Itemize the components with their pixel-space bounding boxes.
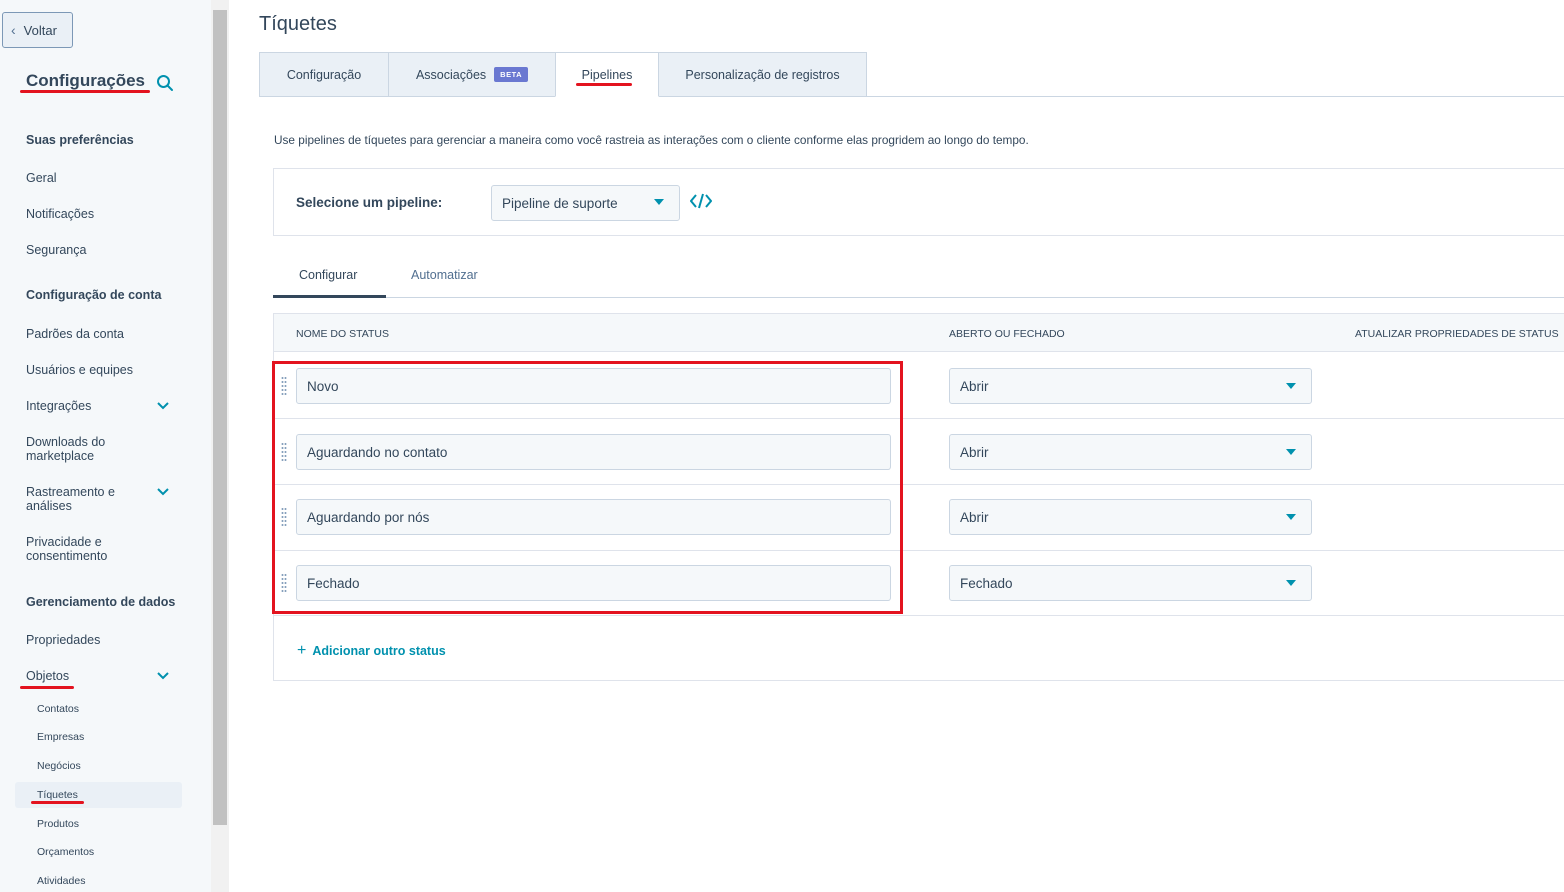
open-closed-dropdown[interactable]: Fechado (949, 565, 1312, 601)
tab-pipelines-label: Pipelines (581, 67, 633, 82)
annotation-underline-pipelines (576, 83, 632, 86)
pipeline-dropdown[interactable]: Pipeline de suporte (491, 185, 680, 221)
sidebar-subitem-deals[interactable]: Negócios (37, 760, 81, 772)
sidebar-subitem-contacts[interactable]: Contatos (37, 703, 79, 715)
sidebar-title: Configurações (26, 71, 146, 90)
caret-down-icon (654, 199, 664, 205)
chevron-left-icon: ‹ (11, 22, 16, 38)
tabs-divider (866, 96, 1564, 97)
code-icon[interactable] (690, 193, 712, 209)
pipeline-label: Selecione um pipeline: (296, 195, 443, 210)
tab-configuration[interactable]: Configuração (259, 52, 389, 97)
sidebar-item-privacy-consent[interactable]: Privacidade e consentimento (26, 535, 146, 563)
sidebar-item-objects[interactable]: Objetos (26, 669, 146, 683)
sidebar-subitem-tickets[interactable]: Tíquetes (37, 789, 78, 801)
plus-icon: + (297, 642, 307, 659)
tab-automate[interactable]: Automatizar (411, 268, 478, 282)
pipelines-description: Use pipelines de tíquetes para gerenciar… (274, 133, 1029, 147)
sidebar-item-security[interactable]: Segurança (26, 243, 146, 257)
page-title: Tíquetes (259, 13, 337, 35)
sidebar-subitem-companies[interactable]: Empresas (37, 731, 84, 743)
add-status-label: Adicionar outro status (312, 644, 446, 658)
tab-configure[interactable]: Configurar (299, 268, 357, 282)
sidebar-section-data: Gerenciamento de dados (26, 595, 176, 609)
sidebar-item-general[interactable]: Geral (26, 171, 146, 185)
row-divider (274, 615, 1564, 616)
search-icon[interactable] (156, 74, 174, 92)
open-closed-value: Abrir (960, 509, 989, 525)
column-header-open-closed: ABERTO OU FECHADO (949, 328, 1065, 340)
beta-badge: BETA (494, 67, 529, 82)
chevron-down-icon[interactable] (156, 401, 170, 411)
back-button-label: Voltar (23, 22, 57, 38)
tab-associations[interactable]: Associações BETA (388, 52, 556, 97)
sidebar-item-account-defaults[interactable]: Padrões da conta (26, 327, 146, 341)
open-closed-dropdown[interactable]: Abrir (949, 434, 1312, 470)
annotation-underline-objects (20, 686, 74, 689)
column-header-status-name: NOME DO STATUS (296, 328, 389, 340)
back-button[interactable]: ‹ Voltar (2, 12, 73, 48)
sidebar-section-account: Configuração de conta (26, 288, 162, 302)
open-closed-dropdown[interactable]: Abrir (949, 499, 1312, 535)
sidebar-subitem-quotes[interactable]: Orçamentos (37, 846, 94, 858)
chevron-down-icon[interactable] (156, 487, 170, 497)
caret-down-icon (1286, 449, 1296, 455)
scrollbar-thumb[interactable] (213, 10, 227, 825)
sidebar-subitem-products[interactable]: Produtos (37, 818, 79, 830)
tab-associations-label: Associações (415, 67, 487, 82)
settings-tabs: Configuração Associações BETA Pipelines … (259, 52, 867, 97)
annotation-highlight-box (272, 361, 903, 614)
add-status-button[interactable]: + Adicionar outro status (297, 642, 446, 660)
sidebar-item-users-teams[interactable]: Usuários e equipes (26, 363, 146, 377)
caret-down-icon (1286, 514, 1296, 520)
annotation-underline-title (20, 90, 150, 93)
sidebar-item-notifications[interactable]: Notificações (26, 207, 146, 221)
sidebar-subitem-activities[interactable]: Atividades (37, 875, 85, 887)
tab-pipelines[interactable]: Pipelines (555, 52, 659, 97)
pipeline-dropdown-value: Pipeline de suporte (502, 195, 618, 211)
open-closed-dropdown[interactable]: Abrir (949, 368, 1312, 404)
chevron-down-icon[interactable] (156, 671, 170, 681)
tab-record-customization[interactable]: Personalização de registros (658, 52, 867, 97)
sidebar-item-integrations[interactable]: Integrações (26, 399, 146, 413)
sidebar-item-marketplace-downloads[interactable]: Downloads do marketplace (26, 435, 146, 463)
caret-down-icon (1286, 383, 1296, 389)
tab-record-customization-label: Personalização de registros (685, 67, 840, 82)
sidebar-item-properties[interactable]: Propriedades (26, 633, 146, 647)
tab-configuration-label: Configuração (286, 67, 362, 82)
sidebar: ‹ Voltar Configurações Suas preferências… (0, 0, 211, 892)
open-closed-value: Abrir (960, 444, 989, 460)
active-tab-indicator (273, 295, 386, 298)
open-closed-value: Abrir (960, 378, 989, 394)
open-closed-value: Fechado (960, 575, 1013, 591)
sidebar-section-preferences: Suas preferências (26, 133, 134, 147)
inner-tabs-divider (386, 297, 1564, 298)
sidebar-item-tracking-analytics[interactable]: Rastreamento e análises (26, 485, 146, 513)
caret-down-icon (1286, 580, 1296, 586)
sidebar-scrollbar[interactable] (211, 0, 229, 892)
column-header-update-properties: ATUALIZAR PROPRIEDADES DE STATUS (1355, 328, 1559, 340)
annotation-underline-tickets (31, 801, 84, 804)
pipeline-selector-card (273, 168, 1564, 236)
